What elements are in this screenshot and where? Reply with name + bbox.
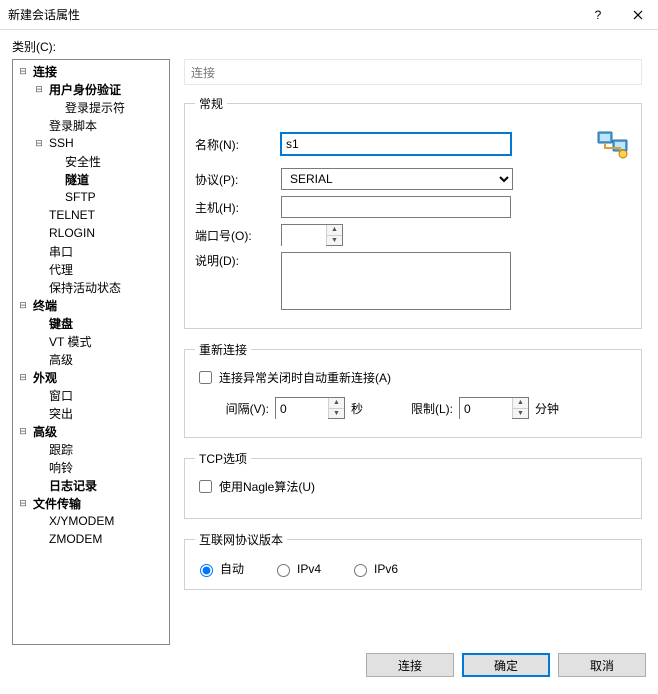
- port-label: 端口号(O):: [195, 227, 281, 244]
- tree-item-vt-mode[interactable]: VT 模式: [13, 332, 169, 350]
- close-button[interactable]: [618, 0, 658, 30]
- collapse-icon: ⊟: [17, 299, 29, 311]
- tree-item-serial[interactable]: 串口: [13, 242, 169, 260]
- protocol-select[interactable]: SERIAL: [281, 168, 513, 190]
- tree-item-ssh[interactable]: ⊟SSH: [13, 134, 169, 152]
- tcp-group: TCP选项 使用Nagle算法(U): [184, 450, 642, 519]
- limit-unit: 分钟: [535, 400, 559, 417]
- tree-item-tunnel[interactable]: 隧道: [13, 170, 169, 188]
- reconnect-group: 重新连接 连接异常关闭时自动重新连接(A) 间隔(V): ▲▼ 秒 限制(L):: [184, 341, 642, 438]
- spin-up-icon[interactable]: ▲: [513, 398, 528, 409]
- protocol-label: 协议(P):: [195, 171, 281, 188]
- name-label: 名称(N):: [195, 136, 281, 153]
- tree-item-rlogin[interactable]: RLOGIN: [13, 224, 169, 242]
- tree-item-keyboard[interactable]: 键盘: [13, 314, 169, 332]
- limit-label: 限制(L):: [399, 400, 459, 417]
- ip-auto-radio[interactable]: 自动: [195, 560, 244, 577]
- tree-item-zmodem[interactable]: ZMODEM: [13, 530, 169, 548]
- tree-item-login-script[interactable]: 登录脚本: [13, 116, 169, 134]
- auto-reconnect-checkbox[interactable]: [199, 371, 212, 384]
- general-legend: 常规: [195, 95, 227, 112]
- limit-input[interactable]: [460, 398, 512, 420]
- collapse-icon: ⊟: [17, 497, 29, 509]
- interval-label: 间隔(V):: [215, 400, 275, 417]
- tree-item-connection[interactable]: ⊟连接: [13, 62, 169, 80]
- nagle-checkbox[interactable]: [199, 480, 212, 493]
- tree-item-proxy[interactable]: 代理: [13, 260, 169, 278]
- collapse-icon: ⊟: [17, 425, 29, 437]
- tree-item-window[interactable]: 窗口: [13, 386, 169, 404]
- interval-input[interactable]: [276, 398, 328, 420]
- panel-header: 连接: [184, 59, 642, 85]
- ipversion-group: 互联网协议版本 自动 IPv4 IPv6: [184, 531, 642, 590]
- close-icon: [633, 10, 643, 20]
- cancel-button[interactable]: 取消: [558, 653, 646, 677]
- settings-panel: 连接 常规 名称(N): 协议(P): SERIAL 主机(H):: [180, 59, 646, 645]
- tree-item-login-prompt[interactable]: 登录提示符: [13, 98, 169, 116]
- tree-item-advanced[interactable]: ⊟高级: [13, 422, 169, 440]
- spin-down-icon[interactable]: ▼: [329, 409, 344, 419]
- tree-item-appearance[interactable]: ⊟外观: [13, 368, 169, 386]
- spin-down-icon[interactable]: ▼: [327, 236, 342, 246]
- window-title: 新建会话属性: [8, 6, 578, 23]
- interval-stepper[interactable]: ▲▼: [275, 397, 345, 419]
- collapse-icon: ⊟: [33, 137, 45, 149]
- port-input[interactable]: [282, 225, 326, 247]
- spin-up-icon[interactable]: ▲: [327, 225, 342, 236]
- tree-item-xymodem[interactable]: X/YMODEM: [13, 512, 169, 530]
- nagle-label: 使用Nagle算法(U): [219, 478, 315, 495]
- tree-item-advanced-term[interactable]: 高级: [13, 350, 169, 368]
- collapse-icon: ⊟: [17, 371, 29, 383]
- desc-label: 说明(D):: [195, 252, 281, 269]
- tree-item-file-transfer[interactable]: ⊟文件传输: [13, 494, 169, 512]
- ok-button[interactable]: 确定: [462, 653, 550, 677]
- titlebar: 新建会话属性 ?: [0, 0, 658, 30]
- category-label: 类别(C):: [12, 38, 646, 55]
- tree-item-security[interactable]: 安全性: [13, 152, 169, 170]
- tcp-legend: TCP选项: [195, 450, 251, 467]
- tree-item-highlight[interactable]: 突出: [13, 404, 169, 422]
- host-label: 主机(H):: [195, 199, 281, 216]
- tree-item-terminal[interactable]: ⊟终端: [13, 296, 169, 314]
- tree-item-keepalive[interactable]: 保持活动状态: [13, 278, 169, 296]
- help-button[interactable]: ?: [578, 0, 618, 30]
- category-tree[interactable]: ⊟连接 ⊟用户身份验证 登录提示符 登录脚本 ⊟SSH 安全性 隧道 SFTP …: [12, 59, 170, 645]
- name-input[interactable]: [281, 133, 511, 155]
- connect-button[interactable]: 连接: [366, 653, 454, 677]
- spin-up-icon[interactable]: ▲: [329, 398, 344, 409]
- host-input[interactable]: [281, 196, 511, 218]
- limit-stepper[interactable]: ▲▼: [459, 397, 529, 419]
- ipv4-radio[interactable]: IPv4: [272, 561, 321, 577]
- ipv6-radio[interactable]: IPv6: [349, 561, 398, 577]
- network-icon: [595, 126, 631, 162]
- tree-item-bell[interactable]: 响铃: [13, 458, 169, 476]
- tree-item-sftp[interactable]: SFTP: [13, 188, 169, 206]
- general-group: 常规 名称(N): 协议(P): SERIAL 主机(H):: [184, 95, 642, 329]
- tree-item-logging[interactable]: 日志记录: [13, 476, 169, 494]
- tree-item-trace[interactable]: 跟踪: [13, 440, 169, 458]
- reconnect-legend: 重新连接: [195, 341, 251, 358]
- tree-item-user-auth[interactable]: ⊟用户身份验证: [13, 80, 169, 98]
- ipversion-legend: 互联网协议版本: [195, 531, 287, 548]
- port-stepper[interactable]: ▲▼: [281, 224, 343, 246]
- auto-reconnect-label: 连接异常关闭时自动重新连接(A): [219, 369, 391, 386]
- interval-unit: 秒: [351, 400, 363, 417]
- collapse-icon: ⊟: [17, 65, 29, 77]
- tree-item-telnet[interactable]: TELNET: [13, 206, 169, 224]
- description-textarea[interactable]: [281, 252, 511, 310]
- spin-down-icon[interactable]: ▼: [513, 409, 528, 419]
- collapse-icon: ⊟: [33, 83, 45, 95]
- dialog-button-bar: 连接 确定 取消: [0, 645, 658, 685]
